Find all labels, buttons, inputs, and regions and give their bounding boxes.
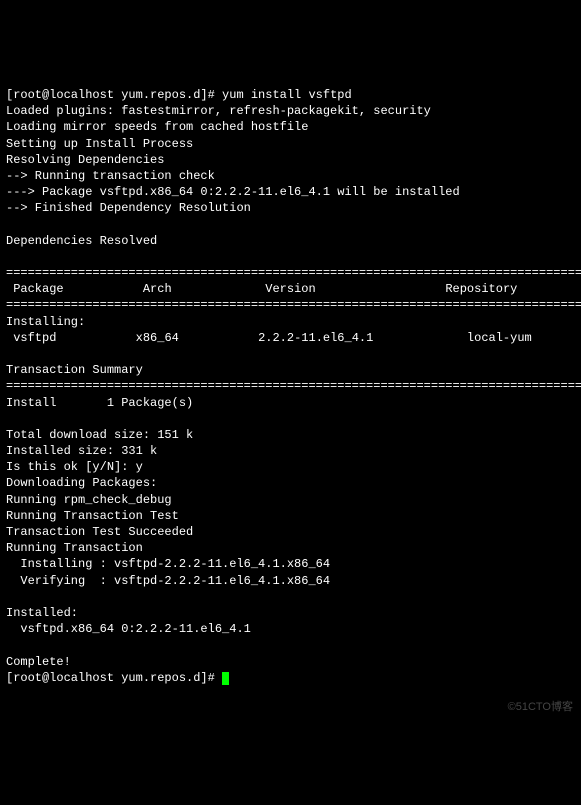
installed-pkg: vsftpd.x86_64 0:2.2.2-11.el6_4.1: [6, 622, 251, 636]
table-rule: ========================================…: [6, 266, 581, 280]
watermark-text: ©51CTO博客: [508, 700, 573, 715]
blank-line: [6, 590, 13, 604]
progress-line: Installing : vsftpd-2.2.2-11.el6_4.1.x86…: [6, 557, 581, 571]
output-line: --> Finished Dependency Resolution: [6, 201, 251, 215]
command-text: yum install vsftpd: [222, 88, 352, 102]
blank-line: [6, 412, 13, 426]
output-line: Loading mirror speeds from cached hostfi…: [6, 120, 308, 134]
output-line: Dependencies Resolved: [6, 234, 157, 248]
prompt-line[interactable]: [root@localhost yum.repos.d]# yum instal…: [6, 88, 352, 102]
install-step: Installing : vsftpd-2.2.2-11.el6_4.1.x86…: [6, 557, 330, 571]
output-line: Installed size: 331 k: [6, 444, 157, 458]
shell-prompt: [root@localhost yum.repos.d]#: [6, 671, 222, 685]
blank-line: [6, 250, 13, 264]
prompt-line[interactable]: [root@localhost yum.repos.d]#: [6, 671, 229, 685]
output-line: Running Transaction Test: [6, 509, 179, 523]
cursor-icon: [222, 672, 229, 685]
summary-title: Transaction Summary: [6, 363, 143, 377]
progress-line: Verifying : vsftpd-2.2.2-11.el6_4.1.x86_…: [6, 574, 581, 588]
terminal-output: [root@localhost yum.repos.d]# yum instal…: [6, 71, 575, 686]
cell-repo: local-yum: [467, 331, 532, 345]
cell-arch: x86_64: [136, 331, 179, 345]
installed-header: Installed:: [6, 606, 78, 620]
col-version: Version: [265, 282, 315, 296]
col-repo: Repository: [445, 282, 517, 296]
blank-line: [6, 638, 13, 652]
output-line: Transaction Test Succeeded: [6, 525, 193, 539]
blank-line: [6, 347, 13, 361]
output-line: Downloading Packages:: [6, 476, 157, 490]
verify-step: Verifying : vsftpd-2.2.2-11.el6_4.1.x86_…: [6, 574, 330, 588]
col-package: Package: [13, 282, 63, 296]
output-line: Install 1 Package(s): [6, 396, 193, 410]
complete-line: Complete!: [6, 655, 71, 669]
installing-header: Installing:: [6, 315, 85, 329]
col-arch: Arch: [143, 282, 172, 296]
table-rule: ========================================…: [6, 379, 581, 393]
shell-prompt: [root@localhost yum.repos.d]#: [6, 88, 222, 102]
cell-package: vsftpd: [6, 331, 56, 345]
table-header-row: Package Arch Version Repository Size: [6, 282, 581, 296]
output-line: --> Running transaction check: [6, 169, 215, 183]
table-row: vsftpd x86_64 2.2.2-11.el6_4.1 local-yum…: [6, 331, 581, 345]
output-line: Total download size: 151 k: [6, 428, 193, 442]
blank-line: [6, 217, 13, 231]
output-line: Resolving Dependencies: [6, 153, 164, 167]
output-line: Loaded plugins: fastestmirror, refresh-p…: [6, 104, 431, 118]
cell-version: 2.2.2-11.el6_4.1: [258, 331, 373, 345]
output-line: ---> Package vsftpd.x86_64 0:2.2.2-11.el…: [6, 185, 460, 199]
confirm-prompt[interactable]: Is this ok [y/N]: y: [6, 460, 143, 474]
output-line: Running Transaction: [6, 541, 143, 555]
output-line: Setting up Install Process: [6, 137, 193, 151]
table-rule: ========================================…: [6, 298, 581, 312]
